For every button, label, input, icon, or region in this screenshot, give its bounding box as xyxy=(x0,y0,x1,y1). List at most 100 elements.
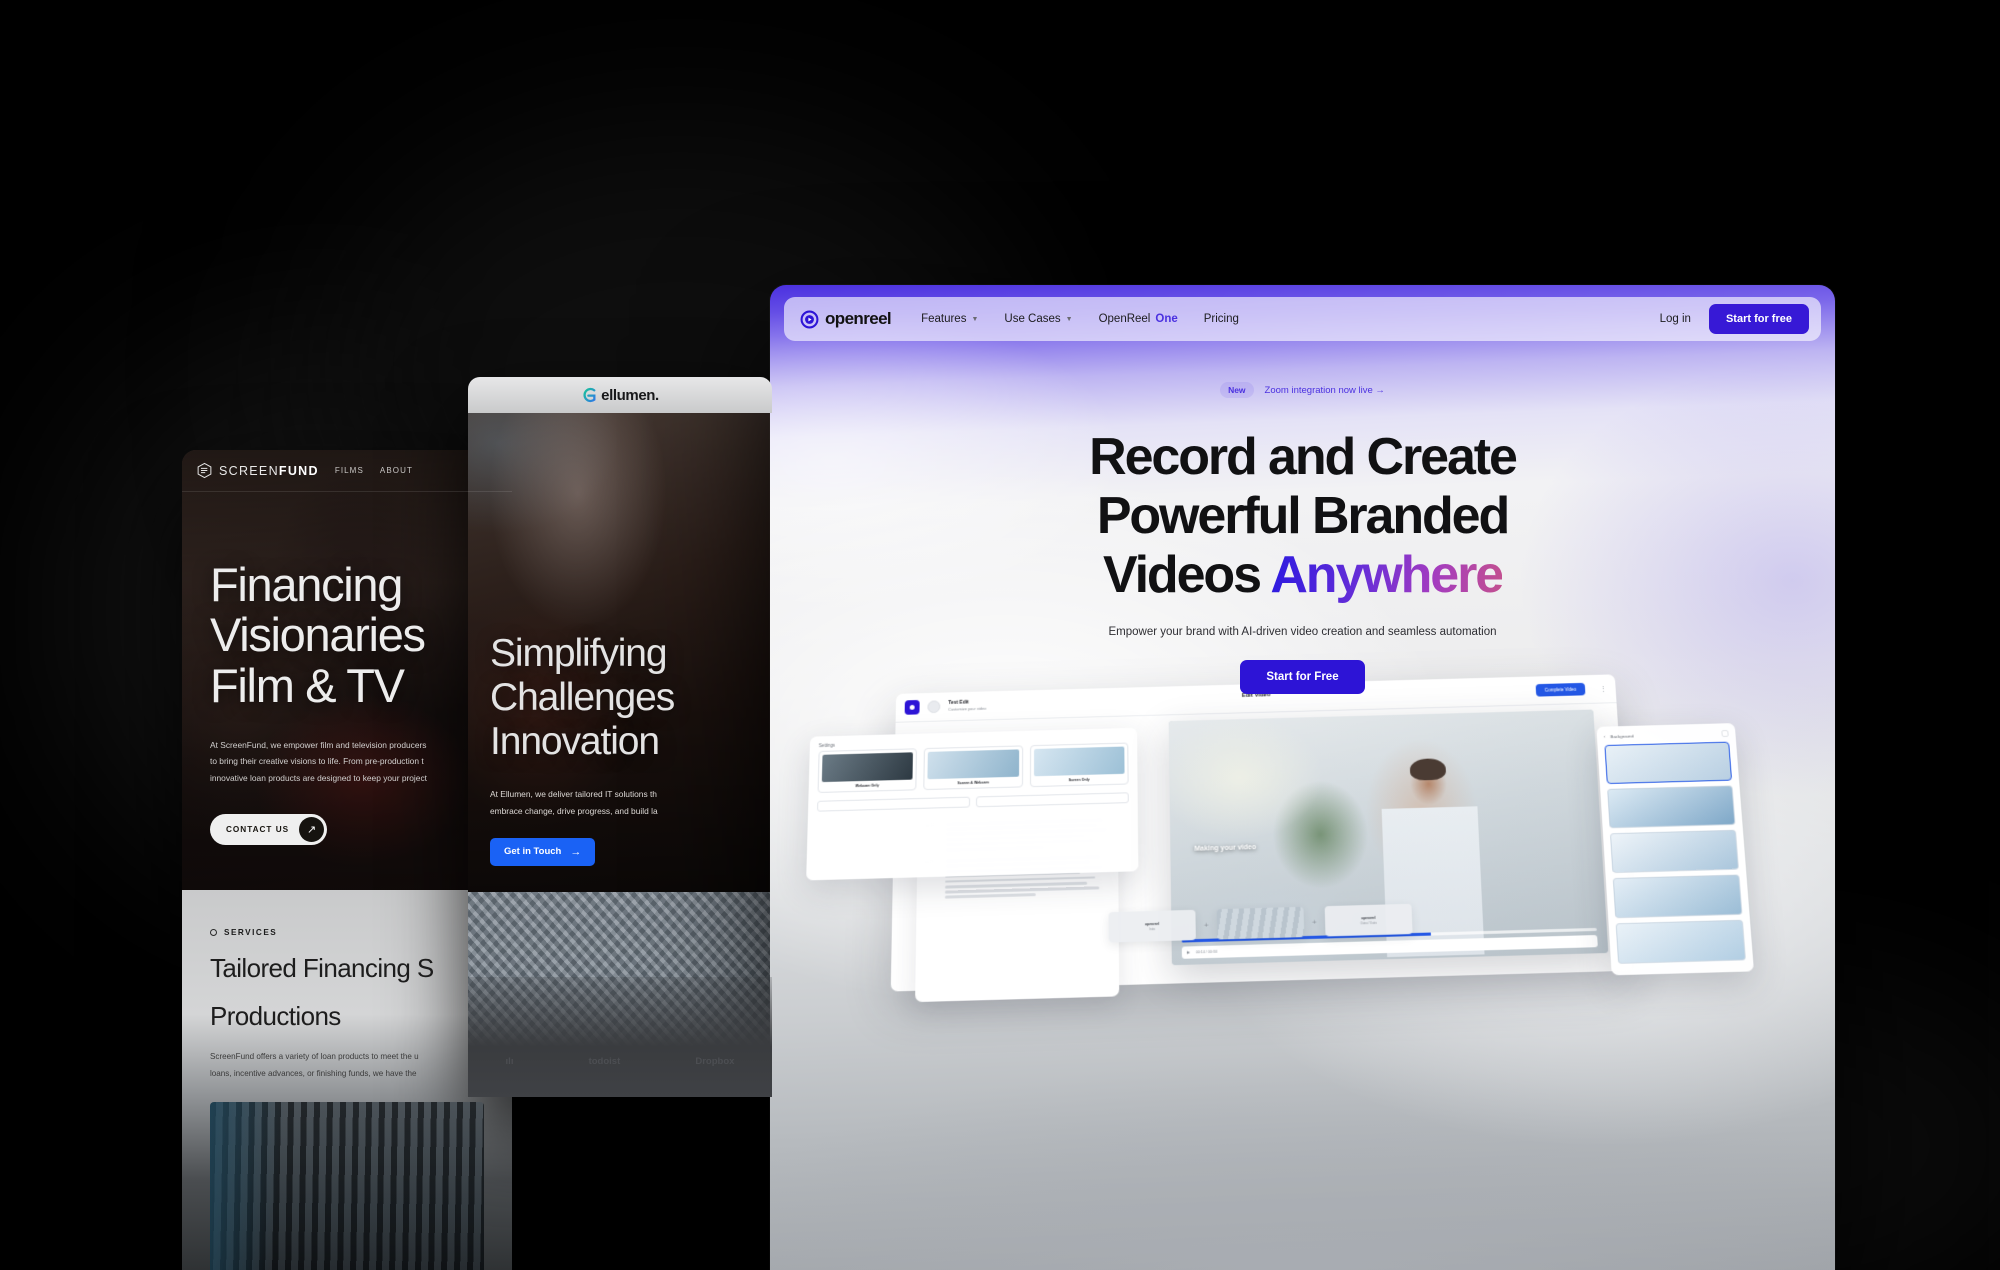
arrow-up-right-icon: ↗ xyxy=(299,817,325,843)
sequence-main-chip[interactable] xyxy=(1216,906,1305,940)
announcement-banner[interactable]: New Zoom integration now live → xyxy=(770,382,1835,398)
mode-thumbnail xyxy=(821,752,914,783)
mode-option-screen-webcam[interactable]: Screen & Webcam xyxy=(923,745,1023,791)
camera-select[interactable] xyxy=(975,792,1129,808)
sequence-outro-chip[interactable]: openreel Outro / Outro xyxy=(1324,903,1413,937)
ellumen-hero-body: At Ellumen, we deliver tailored IT solut… xyxy=(490,786,772,820)
ellumen-logo-icon xyxy=(583,387,596,403)
ellumen-headline-line1: Simplifying xyxy=(490,632,668,675)
hero-headline-line1: Record and Create xyxy=(1089,428,1518,486)
screenfund-services-section: SERVICES Tailored Financing S Production… xyxy=(182,890,512,1270)
screenfund-body-line: innovative loan products are designed to… xyxy=(210,772,427,783)
mode-option-webcam-only[interactable]: Webcam Only xyxy=(817,748,918,793)
screenfund-body-line: to bring their creative visions to life.… xyxy=(210,756,424,767)
back-arrow-icon[interactable]: ‹ xyxy=(1604,734,1606,739)
avatar xyxy=(927,700,941,714)
screenfund-logo[interactable]: SCREENFUND xyxy=(196,462,319,479)
screenfund-services-image xyxy=(210,1101,484,1270)
mode-label: Screen Only xyxy=(1068,777,1090,783)
background-tile[interactable] xyxy=(1615,919,1747,964)
ellumen-navbar: ellumen. xyxy=(468,377,772,413)
chip-sub: Outro / Outro xyxy=(1360,920,1377,925)
play-icon[interactable]: ▶ xyxy=(1187,950,1190,954)
mode-thumbnail xyxy=(927,749,1019,780)
background-tile[interactable] xyxy=(1607,785,1736,829)
screenfund-services-eyebrow: SERVICES xyxy=(210,928,484,937)
sequence-intro-chip[interactable]: openreel Intro xyxy=(1108,909,1197,943)
mode-label: Screen & Webcam xyxy=(957,780,989,786)
hero-headline-line3: Videos Anywhere xyxy=(770,546,1835,605)
partner-logo: Dropbox xyxy=(695,1056,735,1067)
mockup-app-logo-icon xyxy=(904,699,920,715)
hero-headline-line2: Powerful Branded xyxy=(1096,486,1510,545)
ellumen-body-line: At Ellumen, we deliver tailored IT solut… xyxy=(490,789,657,800)
nav-item-use-cases[interactable]: Use Cases ▼ xyxy=(1004,313,1072,325)
new-badge: New xyxy=(1220,382,1254,398)
screenfund-website-card[interactable]: SCREENFUND FILMS ABOUT Financing Visiona… xyxy=(182,450,512,1270)
chevron-down-icon: ▼ xyxy=(971,315,979,323)
screenfund-contact-us-button[interactable]: CONTACT US ↗ xyxy=(210,814,328,846)
ellumen-body-line: embrace change, drive progress, and buil… xyxy=(490,806,658,816)
ellumen-website-card[interactable]: ellumen. Simplifying Challenges Innovati… xyxy=(468,377,772,1097)
chevron-down-icon: ▼ xyxy=(1065,315,1073,323)
nav-item-pricing[interactable]: Pricing xyxy=(1204,313,1239,325)
mode-option-screen-only[interactable]: Screen Only xyxy=(1029,742,1129,788)
background-panel-title: Background xyxy=(1610,733,1634,740)
ellumen-logo[interactable]: ellumen. xyxy=(581,387,659,404)
mockup-settings-panel: Settings Webcam Only Screen & Webcam Scr… xyxy=(806,727,1139,881)
openreel-nav-menu: Features ▼ Use Cases ▼ OpenReel One Pric… xyxy=(921,313,1239,325)
screenfund-wordmark: SCREENFUND xyxy=(219,463,319,478)
openreel-wordmark: openreel xyxy=(825,309,892,328)
circle-bullet-icon xyxy=(210,929,217,936)
ellumen-headline-line2: Challenges xyxy=(490,676,675,720)
partner-logo: todoist xyxy=(588,1056,621,1067)
nav-item-features[interactable]: Features ▼ xyxy=(921,313,978,325)
ellumen-headline-line3: Innovation xyxy=(490,720,660,764)
hero-headline-plain: Videos xyxy=(1102,545,1271,604)
video-timecode: 00:14 / 00:34 xyxy=(1195,949,1218,955)
mockup-user-info: Test Edit Customize your video xyxy=(948,699,986,713)
screenfund-body-line: At ScreenFund, we empower film and telev… xyxy=(210,739,427,750)
screenfund-hero-body: At ScreenFund, we empower film and telev… xyxy=(210,737,512,786)
screenfund-services-body-line: ScreenFund offers a variety of loan prod… xyxy=(210,1052,419,1062)
screenfund-nav-films[interactable]: FILMS xyxy=(335,466,364,475)
screenfund-headline-line3: Film & TV xyxy=(210,658,405,712)
openreel-logo[interactable]: openreel xyxy=(800,309,892,329)
nav-label-highlight: One xyxy=(1155,313,1178,325)
partner-logo: ılı xyxy=(505,1056,514,1067)
screenfund-cta-label: CONTACT US xyxy=(226,825,290,835)
hero-start-for-free-button[interactable]: Start for Free xyxy=(1240,660,1365,695)
ellumen-get-in-touch-button[interactable]: Get in Touch → xyxy=(490,837,596,866)
screenfund-headline-line1: Financing xyxy=(210,558,403,611)
ellumen-wordmark: ellumen. xyxy=(601,386,659,404)
background-tile[interactable] xyxy=(1609,829,1739,874)
screenfund-navbar: SCREENFUND FILMS ABOUT xyxy=(182,450,512,492)
openreel-website-card[interactable]: openreel Features ▼ Use Cases ▼ OpenReel… xyxy=(770,285,1835,1270)
hero-headline-gradient: Anywhere xyxy=(1270,545,1504,604)
product-mockup: Test Edit Customize your video Edit Vide… xyxy=(784,646,1828,1003)
screenfund-services-body: ScreenFund offers a variety of loan prod… xyxy=(210,1049,484,1081)
screenfund-nav-about[interactable]: ABOUT xyxy=(380,466,413,475)
chip-sub: Intro xyxy=(1149,926,1156,931)
background-panel-header: ‹ Background xyxy=(1604,730,1729,740)
screenfund-hero: Financing Visionaries Film & TV At Scree… xyxy=(210,558,512,846)
microphone-select[interactable] xyxy=(817,796,971,812)
background-tile[interactable] xyxy=(1604,741,1733,785)
background-tile[interactable] xyxy=(1612,874,1743,919)
screenfund-eyebrow-label: SERVICES xyxy=(224,928,278,937)
nav-item-openreel-one[interactable]: OpenReel One xyxy=(1099,313,1178,325)
login-link[interactable]: Log in xyxy=(1660,313,1691,325)
mockup-background-panel: ‹ Background xyxy=(1596,723,1754,976)
announcement-text[interactable]: Zoom integration now live → xyxy=(1265,385,1385,396)
start-for-free-button[interactable]: Start for free xyxy=(1708,304,1809,334)
screenfund-services-heading-line2: Productions xyxy=(210,1000,341,1031)
hero-subtitle: Empower your brand with AI-driven video … xyxy=(1108,626,1497,639)
grid-toggle-icon[interactable] xyxy=(1721,730,1729,737)
nav-label: Features xyxy=(921,313,967,325)
screenfund-services-body-line: loans, incentive advances, or finishing … xyxy=(210,1068,417,1078)
mode-thumbnail xyxy=(1033,746,1125,777)
ellumen-cta-label: Get in Touch xyxy=(504,846,562,858)
screenfund-services-heading-line1: Tailored Financing S xyxy=(210,953,434,983)
mockup-project-sub: Customize your video xyxy=(948,706,987,712)
ellumen-partner-logos: ılı todoist Dropbox xyxy=(468,977,772,1097)
